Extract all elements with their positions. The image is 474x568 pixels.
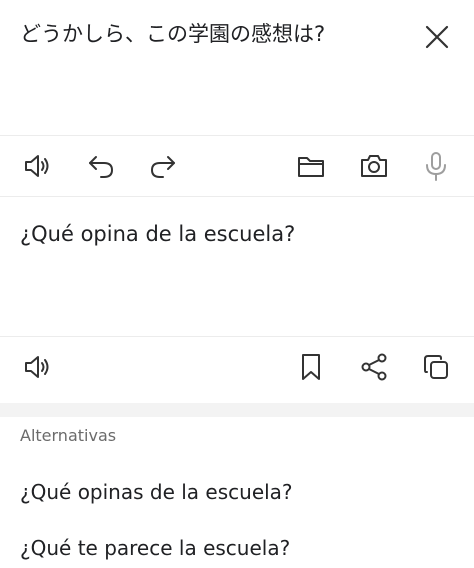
- copy-button[interactable]: [416, 347, 456, 387]
- redo-icon: [150, 156, 175, 178]
- speaker-icon: [25, 356, 49, 378]
- alternative-item[interactable]: ¿Qué te parece la escuela?: [20, 534, 290, 562]
- bookmark-button[interactable]: [291, 347, 331, 387]
- divider-top: [0, 135, 474, 136]
- undo-icon: [89, 156, 114, 178]
- divider-target: [0, 336, 474, 337]
- source-text[interactable]: どうかしら、この学園の感想は?: [20, 20, 325, 48]
- redo-button[interactable]: [143, 146, 183, 186]
- close-icon: [425, 25, 449, 49]
- microphone-icon: [426, 152, 446, 181]
- close-button[interactable]: [418, 18, 456, 56]
- bookmark-icon: [302, 354, 320, 380]
- divider-mid: [0, 196, 474, 197]
- share-button[interactable]: [354, 347, 394, 387]
- alternatives-heading: Alternativas: [20, 426, 117, 445]
- microphone-button[interactable]: [416, 146, 456, 186]
- copy-icon: [424, 355, 448, 379]
- translation-text[interactable]: ¿Qué opina de la escuela?: [20, 220, 295, 248]
- source-speak-button[interactable]: [17, 146, 57, 186]
- alternative-item[interactable]: ¿Qué opinas de la escuela?: [20, 478, 293, 506]
- folder-icon: [298, 157, 324, 177]
- share-icon: [361, 353, 387, 381]
- target-speak-button[interactable]: [17, 347, 57, 387]
- undo-button[interactable]: [81, 146, 121, 186]
- section-separator: [0, 403, 474, 417]
- open-file-button[interactable]: [291, 146, 331, 186]
- speaker-icon: [25, 155, 49, 177]
- camera-icon: [361, 155, 387, 177]
- camera-button[interactable]: [354, 146, 394, 186]
